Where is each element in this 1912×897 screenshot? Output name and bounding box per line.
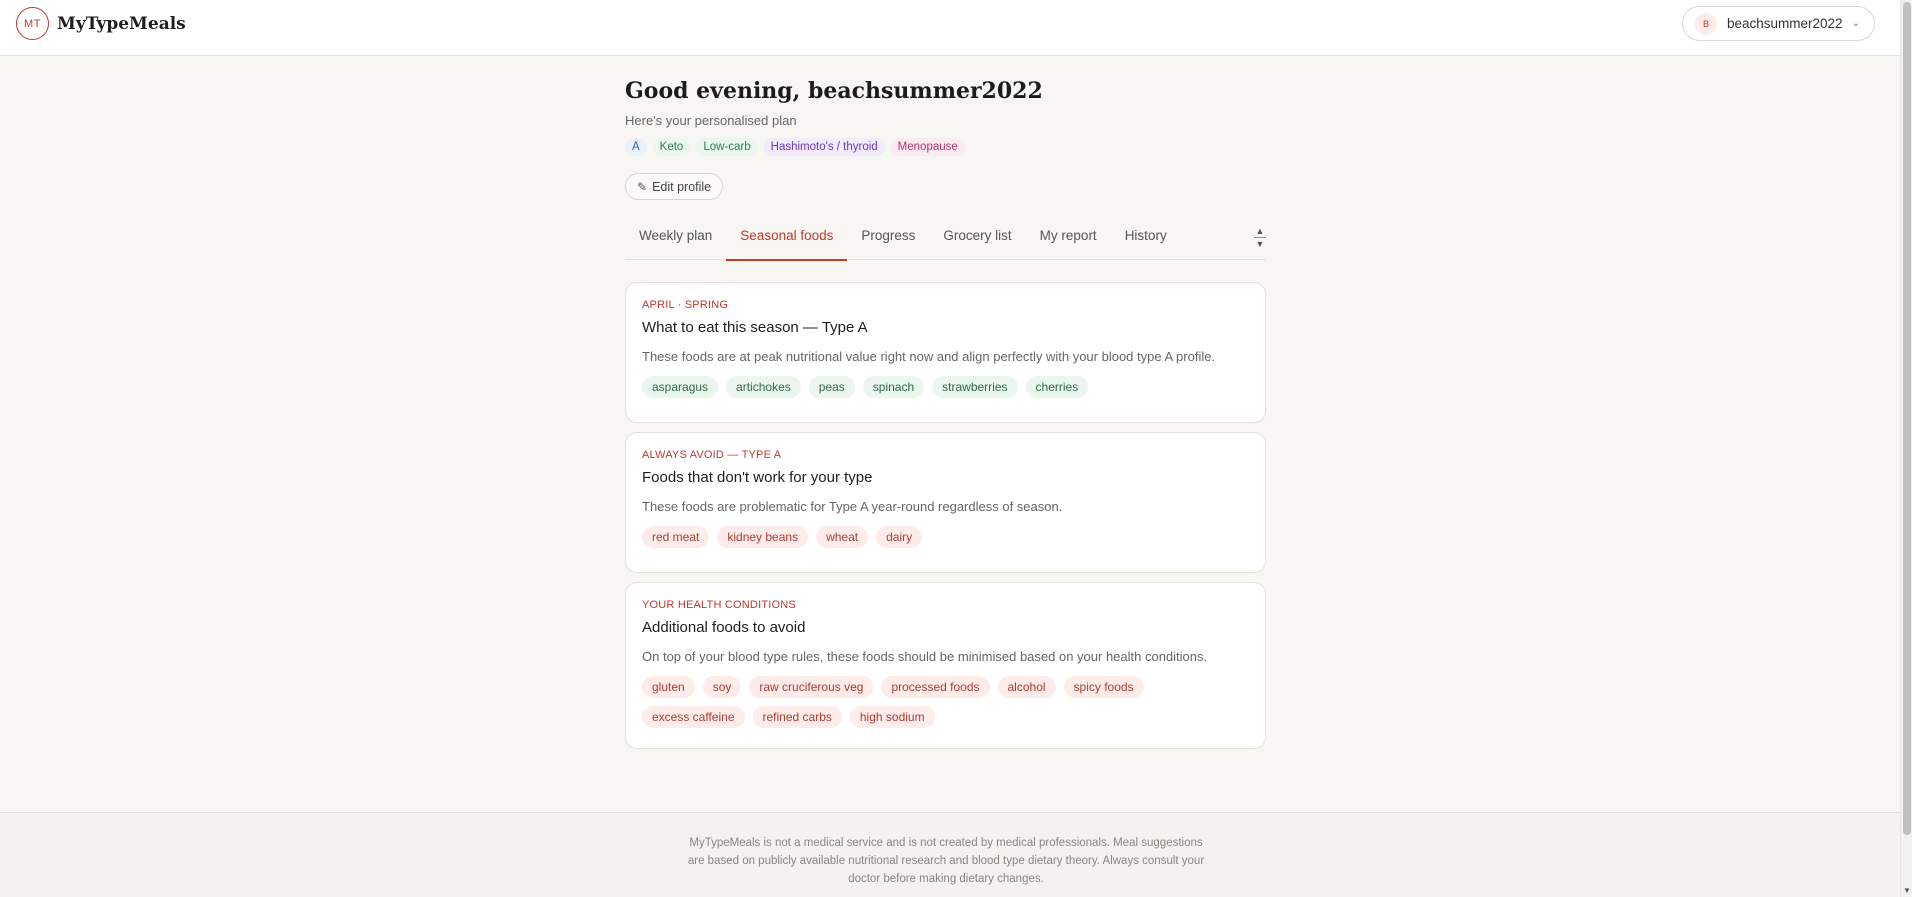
card-eyebrow: ALWAYS AVOID — TYPE A bbox=[642, 449, 782, 461]
food-chip: strawberries bbox=[932, 376, 1018, 398]
food-chip: dairy bbox=[876, 526, 923, 548]
tag-diet-keto: Keto bbox=[652, 138, 691, 156]
user-name: beachsummer2022 bbox=[1727, 16, 1843, 31]
food-chip: gluten bbox=[642, 676, 695, 698]
food-chip: high sodium bbox=[849, 706, 935, 728]
footer: MyTypeMeals is not a medical service and… bbox=[0, 812, 1900, 897]
tab-scroll-control[interactable]: ▲ ▼ bbox=[1254, 226, 1266, 249]
tab-history[interactable]: History bbox=[1111, 220, 1181, 260]
food-chip: peas bbox=[808, 376, 855, 398]
scroll-up-icon[interactable]: ▲ bbox=[1256, 226, 1265, 236]
food-chip: refined carbs bbox=[752, 706, 842, 728]
card-title: Foods that don't work for your type bbox=[642, 469, 873, 486]
scroll-down-arrow-icon[interactable]: ▼ bbox=[1903, 886, 1911, 895]
food-chip: raw cruciferous veg bbox=[749, 676, 874, 698]
card-description: These foods are at peak nutritional valu… bbox=[642, 349, 1216, 364]
food-chip: spinach bbox=[862, 376, 925, 398]
top-bar: MT MyTypeMeals B beachsummer2022 ⌄ bbox=[0, 0, 1900, 56]
tab-progress[interactable]: Progress bbox=[847, 220, 929, 260]
tab-grocery-list[interactable]: Grocery list bbox=[929, 220, 1025, 260]
food-chip: red meat bbox=[642, 526, 710, 548]
logo-mark: MT bbox=[16, 7, 49, 40]
app-name: MyTypeMeals bbox=[57, 13, 186, 34]
pencil-icon: ✎ bbox=[637, 179, 648, 194]
edit-profile-button[interactable]: ✎ Edit profile bbox=[625, 173, 724, 200]
tab-seasonal-foods[interactable]: Seasonal foods bbox=[726, 220, 848, 261]
tab-my-report[interactable]: My report bbox=[1026, 220, 1111, 260]
chevron-down-icon: ⌄ bbox=[1851, 18, 1860, 29]
food-chip-list: red meat kidney beans wheat dairy bbox=[642, 526, 1249, 548]
food-chip: processed foods bbox=[881, 676, 990, 698]
scrollbar-thumb[interactable] bbox=[1903, 2, 1911, 835]
food-chip: spicy foods bbox=[1063, 676, 1144, 698]
avatar: B bbox=[1695, 12, 1717, 35]
card-description: On top of your blood type rules, these f… bbox=[642, 649, 1208, 664]
card-title: Additional foods to avoid bbox=[642, 619, 806, 636]
tag-blood-type: A bbox=[625, 138, 647, 156]
page-subtitle: Here's your personalised plan bbox=[625, 113, 797, 128]
user-menu-button[interactable]: B beachsummer2022 ⌄ bbox=[1682, 6, 1875, 41]
edit-profile-label: Edit profile bbox=[652, 179, 712, 194]
food-chip: alcohol bbox=[997, 676, 1056, 698]
card-title: What to eat this season — Type A bbox=[642, 319, 868, 336]
food-chip: excess caffeine bbox=[642, 706, 745, 728]
tag-condition-thyroid: Hashimoto's / thyroid bbox=[763, 138, 885, 156]
app-logo[interactable]: MT MyTypeMeals bbox=[16, 7, 186, 40]
food-chip: wheat bbox=[816, 526, 869, 548]
tag-diet-low-carb: Low-carb bbox=[696, 138, 758, 156]
food-chip: artichokes bbox=[726, 376, 801, 398]
food-chip: cherries bbox=[1025, 376, 1089, 398]
food-chip-list: asparagus artichokes peas spinach strawb… bbox=[642, 376, 1249, 398]
tab-weekly-plan[interactable]: Weekly plan bbox=[625, 220, 726, 260]
food-chip: asparagus bbox=[642, 376, 719, 398]
footer-disclaimer: MyTypeMeals is not a medical service and… bbox=[687, 837, 1205, 885]
health-conditions-card: YOUR HEALTH CONDITIONS Additional foods … bbox=[625, 582, 1266, 749]
tab-bar: Weekly plan Seasonal foods Progress Groc… bbox=[625, 220, 1266, 261]
tag-condition-menopause: Menopause bbox=[890, 138, 965, 156]
card-eyebrow: APRIL · SPRING bbox=[642, 299, 729, 311]
food-chip: soy bbox=[702, 676, 742, 698]
page-scrollbar[interactable]: ▼ bbox=[1900, 0, 1912, 897]
page-title: Good evening, beachsummer2022 bbox=[625, 78, 1043, 104]
card-description: These foods are problematic for Type A y… bbox=[642, 499, 1063, 514]
food-chip: kidney beans bbox=[717, 526, 809, 548]
food-chip-list: gluten soy raw cruciferous veg processed… bbox=[642, 676, 1249, 728]
scroll-down-icon[interactable]: ▼ bbox=[1256, 239, 1265, 249]
card-eyebrow: YOUR HEALTH CONDITIONS bbox=[642, 599, 796, 611]
seasonal-foods-card: APRIL · SPRING What to eat this season —… bbox=[625, 282, 1266, 423]
always-avoid-card: ALWAYS AVOID — TYPE A Foods that don't w… bbox=[625, 432, 1266, 573]
profile-tags: A Keto Low-carb Hashimoto's / thyroid Me… bbox=[625, 138, 965, 156]
